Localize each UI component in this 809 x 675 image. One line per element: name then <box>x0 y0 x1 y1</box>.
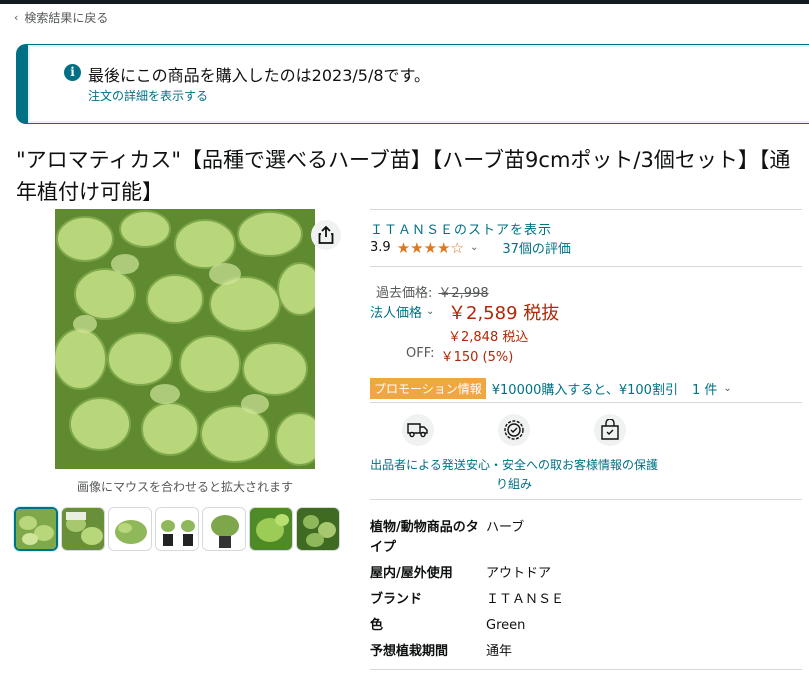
lock-bag-icon <box>594 414 626 446</box>
product-title: "アロマティカス"【品種で選べるハーブ苗】【ハーブ苗9cmポット/3個セット】【… <box>16 148 791 205</box>
spec-row: 植物/動物商品のタイプ ハーブ <box>370 518 564 564</box>
chevron-down-icon[interactable]: ⌄ <box>723 383 731 394</box>
discount-value: ￥150 (5%) <box>440 350 514 365</box>
chevron-down-icon[interactable]: ⌄ <box>470 242 478 253</box>
feature-list: 出品者による発送 安心・安全への取り組み お客様情報の保護 <box>370 414 658 494</box>
store-link[interactable]: ＩＴＡＮＳＥのストアを表示 <box>370 219 552 238</box>
thumbnail-1[interactable] <box>14 507 58 551</box>
spec-value: ハーブ <box>486 520 525 535</box>
promotion-text[interactable]: ¥10000購入すると、¥100割引 <box>492 379 678 398</box>
spec-row: 色 Green <box>370 616 564 642</box>
star-rating-icon[interactable]: ★★★★☆ <box>397 239 464 257</box>
product-main-image[interactable] <box>55 209 315 469</box>
spec-key: 植物/動物商品のタイプ <box>370 520 479 555</box>
spec-key: 予想植栽期間 <box>370 644 449 659</box>
spec-row: ブランド ＩＴＡＮＳＥ <box>370 590 564 616</box>
purchase-alert: i 最後にこの商品を購入したのは2023/5/8です。 注文の詳細を表示する <box>16 44 809 124</box>
discount-label: OFF: <box>406 346 435 361</box>
promotion-row[interactable]: プロモーション情報 ¥10000購入すると、¥100割引 1 件 ⌄ <box>370 378 732 399</box>
truck-icon <box>402 414 434 446</box>
feature-seller-shipping[interactable]: 出品者による発送 <box>370 414 466 494</box>
spec-table: 植物/動物商品のタイプ ハーブ 屋内/屋外使用 アウトドア ブランド ＩＴＡＮＳ… <box>370 518 564 662</box>
price-value: ￥2,589 税抜 <box>448 303 560 324</box>
info-icon: i <box>64 64 81 81</box>
rating-row: 3.9 ★★★★☆ ⌄ 37個の評価 <box>370 238 571 258</box>
rating-count-link[interactable]: 37個の評価 <box>502 238 571 257</box>
divider <box>370 499 802 500</box>
share-icon <box>318 226 334 244</box>
chevron-down-icon[interactable]: ⌄ <box>426 306 434 317</box>
share-button[interactable] <box>311 220 341 250</box>
promotion-count[interactable]: 1 件 <box>692 379 717 398</box>
spec-value: Green <box>486 618 526 633</box>
spec-key: 色 <box>370 618 384 633</box>
back-label: 検索結果に戻る <box>24 11 109 25</box>
business-price-label[interactable]: 法人価格 <box>370 302 422 321</box>
spec-key: 屋内/屋外使用 <box>370 566 453 581</box>
promotion-badge: プロモーション情報 <box>370 378 486 399</box>
divider <box>370 209 802 210</box>
chevron-left-icon: ‹ <box>14 11 19 24</box>
past-price-label: 過去価格: <box>376 286 433 301</box>
thumbnail-strip <box>14 507 340 551</box>
price-tax-included: ￥2,848 税込 <box>448 330 529 345</box>
spec-value: アウトドア <box>486 566 552 581</box>
divider <box>370 402 802 403</box>
thumbnail-7[interactable] <box>296 507 340 551</box>
divider <box>370 266 802 267</box>
discount-row: OFF: ￥150 (5%) <box>406 346 513 365</box>
spec-row: 屋内/屋外使用 アウトドア <box>370 564 564 590</box>
divider <box>370 669 802 670</box>
thumbnail-4[interactable] <box>155 507 199 551</box>
feature-label[interactable]: お客様情報の保護 <box>562 456 658 475</box>
top-bar <box>0 0 809 4</box>
feature-privacy[interactable]: お客様情報の保護 <box>562 414 658 494</box>
feature-label[interactable]: 安心・安全への取り組み <box>466 456 562 494</box>
shield-check-icon <box>498 414 530 446</box>
rating-value: 3.9 <box>370 240 391 255</box>
spec-row: 予想植栽期間 通年 <box>370 642 564 662</box>
thumbnail-3[interactable] <box>108 507 152 551</box>
zoom-hint: 画像にマウスを合わせると拡大されます <box>76 480 293 494</box>
spec-key: ブランド <box>370 592 423 607</box>
business-price-toggle[interactable]: 法人価格 ⌄ <box>370 302 434 321</box>
plant-image <box>55 209 315 469</box>
feature-label[interactable]: 出品者による発送 <box>370 456 466 475</box>
thumbnail-2[interactable] <box>61 507 105 551</box>
spec-value: ＩＴＡＮＳＥ <box>486 592 565 607</box>
spec-value: 通年 <box>486 644 513 659</box>
thumbnail-5[interactable] <box>202 507 246 551</box>
back-to-results-link[interactable]: ‹ 検索結果に戻る <box>14 9 108 26</box>
feature-safety[interactable]: 安心・安全への取り組み <box>466 414 562 494</box>
order-details-link[interactable]: 注文の詳細を表示する <box>88 87 208 104</box>
alert-message: 最後にこの商品を購入したのは2023/5/8です。 <box>88 66 430 85</box>
thumbnail-6[interactable] <box>249 507 293 551</box>
